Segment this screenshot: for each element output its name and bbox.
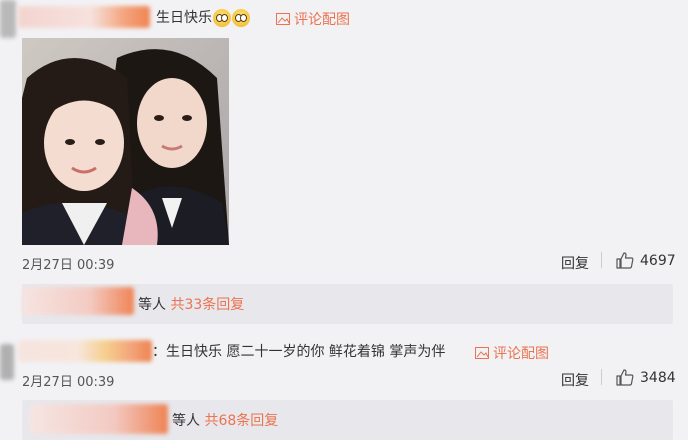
thumbs-up-icon — [616, 252, 634, 269]
username-blurred[interactable] — [18, 340, 152, 362]
comment-timestamp: 2月27日 00:39 — [22, 375, 115, 390]
image-icon — [475, 347, 489, 359]
reply-button[interactable]: 回复 — [561, 370, 589, 390]
avatar[interactable] — [0, 344, 14, 380]
comment-timestamp: 2月27日 00:39 — [22, 258, 115, 273]
avatar[interactable] — [0, 0, 16, 38]
username-blurred[interactable] — [18, 6, 150, 28]
replies-suffix: 等人 — [138, 297, 166, 313]
comment-image-link[interactable]: 评论配图 — [475, 343, 549, 363]
replies-suffix: 等人 — [172, 413, 200, 429]
thumbs-up-icon — [616, 369, 634, 386]
like-button[interactable]: 3484 — [616, 369, 676, 386]
reply-button[interactable]: 回复 — [561, 253, 589, 273]
divider — [601, 252, 602, 268]
image-icon — [276, 13, 290, 25]
replier-name-blurred — [30, 404, 168, 434]
replies-count-link[interactable]: 共33条回复 — [170, 297, 244, 313]
comment-image-label: 评论配图 — [294, 12, 350, 28]
replies-text: 等人 共68条回复 — [172, 412, 278, 430]
pleading-face-icon — [232, 9, 250, 27]
comment-photo[interactable] — [22, 38, 229, 245]
comment-image-label: 评论配图 — [493, 346, 549, 362]
like-button[interactable]: 4697 — [616, 252, 676, 269]
comment-image-link[interactable]: 评论配图 — [276, 9, 350, 29]
replies-text: 等人 共33条回复 — [138, 296, 244, 314]
comment-text: 生日快乐 — [156, 9, 250, 27]
pleading-face-icon — [213, 9, 231, 27]
divider — [601, 369, 602, 385]
like-count: 4697 — [640, 252, 676, 269]
replies-count-link[interactable]: 共68条回复 — [204, 413, 278, 429]
comment-body: 生日快乐 — [156, 10, 212, 26]
like-count: 3484 — [640, 369, 676, 386]
replier-name-blurred — [22, 287, 134, 315]
replies-summary[interactable]: 等人 共68条回复 — [22, 400, 673, 440]
replies-summary[interactable]: 等人 共33条回复 — [22, 284, 673, 324]
comment-body: ：生日快乐 愿二十一岁的你 鲜花着锦 掌声为伴 — [152, 344, 446, 360]
